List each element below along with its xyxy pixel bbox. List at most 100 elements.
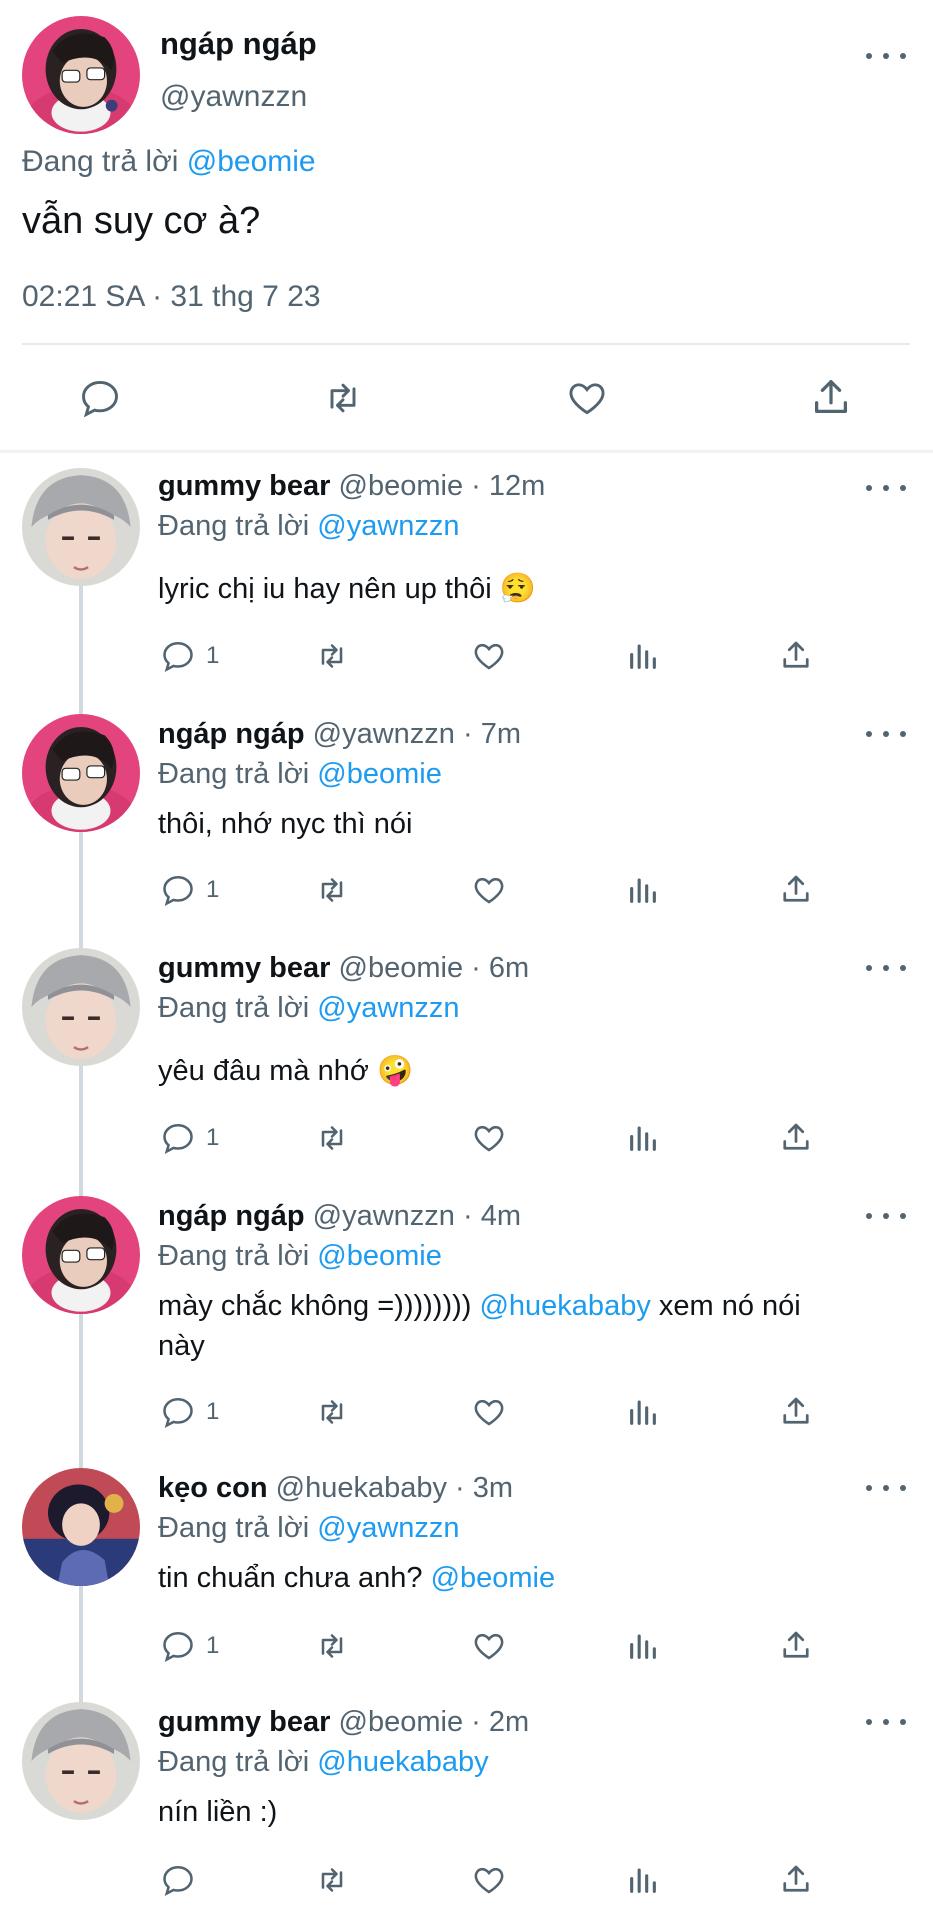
reply-button[interactable]: 1 [160, 638, 219, 674]
like-button[interactable] [470, 638, 508, 674]
share-upload-icon [783, 1631, 809, 1658]
retweet-button[interactable] [312, 872, 352, 908]
display-name[interactable]: ngáp ngáp [158, 718, 305, 750]
heart-icon [474, 1125, 504, 1152]
retweet-button[interactable] [312, 1862, 352, 1898]
replying-to-mention[interactable]: @yawnzzn [317, 992, 459, 1024]
replying-to-mention[interactable]: @yawnzzn [317, 1512, 459, 1544]
tweet-text: tin chuẩn chưa anh? @beomie [158, 1562, 555, 1595]
like-button[interactable] [470, 1862, 508, 1898]
handle-time[interactable]: @yawnzzn · 7m [313, 718, 521, 750]
tweet-timestamp[interactable]: 02:21 SA · 31 thg 7 23 [22, 280, 321, 314]
avatar[interactable] [22, 1702, 140, 1820]
more-horizontal-icon [866, 1485, 872, 1491]
share-button[interactable] [778, 870, 814, 908]
like-button[interactable] [470, 1120, 508, 1156]
replying-prefix: Đang trả lời [158, 510, 310, 542]
display-name[interactable]: gummy bear [158, 470, 330, 502]
handle-time[interactable]: @beomie · 6m [339, 952, 530, 984]
retweet-button[interactable] [312, 1628, 352, 1664]
share-button[interactable] [778, 1392, 814, 1430]
more-options-button[interactable] [866, 956, 906, 980]
retweet-button[interactable] [312, 638, 352, 674]
reply-button[interactable]: 1 [160, 1394, 219, 1430]
avatar[interactable] [22, 468, 140, 586]
replying-prefix: Đang trả lời [158, 758, 310, 790]
reply-button[interactable] [78, 376, 122, 420]
mention-link[interactable]: @huekababy [479, 1290, 650, 1322]
reply-button[interactable]: 1 [160, 1628, 219, 1664]
reply-button[interactable]: 1 [160, 1120, 219, 1156]
handle-time[interactable]: @beomie · 12m [339, 470, 546, 502]
avatar[interactable] [22, 16, 140, 134]
avatar-image-yawnzzn [22, 714, 140, 832]
avatar[interactable] [22, 714, 140, 832]
like-button[interactable] [564, 376, 610, 420]
emoji: 🤪 [376, 1055, 414, 1087]
bar-chart-icon [630, 1400, 656, 1425]
like-button[interactable] [470, 872, 508, 908]
replying-to-mention[interactable]: @beomie [317, 758, 442, 790]
views-button[interactable] [626, 872, 660, 908]
heart-icon [474, 1399, 504, 1426]
replying-to-mention[interactable]: @huekababy [317, 1746, 488, 1778]
like-button[interactable] [470, 1394, 508, 1430]
handle-time[interactable]: @huekababy · 3m [276, 1472, 513, 1504]
share-upload-icon [814, 380, 848, 414]
retweet-icon [321, 1868, 343, 1892]
reply-bubble-icon [160, 872, 196, 908]
reply-count: 1 [206, 1398, 220, 1425]
handle[interactable]: @yawnzzn [160, 80, 307, 114]
reply-count: 1 [206, 642, 220, 669]
views-button[interactable] [626, 1628, 660, 1664]
avatar[interactable] [22, 948, 140, 1066]
views-button[interactable] [626, 638, 660, 674]
handle-time[interactable]: @beomie · 2m [339, 1706, 530, 1738]
retweet-button[interactable] [312, 1120, 352, 1156]
replying-to-mention[interactable]: @beomie [187, 145, 316, 178]
replying-prefix: Đang trả lời [158, 1240, 310, 1272]
avatar-image-beomie [22, 468, 140, 586]
share-button[interactable] [778, 636, 814, 674]
replying-to-line: Đang trả lời @yawnzzn [158, 1512, 460, 1545]
views-button[interactable] [626, 1120, 660, 1156]
share-upload-icon [783, 1123, 809, 1150]
views-button[interactable] [626, 1862, 660, 1898]
share-button[interactable] [778, 1626, 814, 1664]
more-options-button[interactable] [866, 476, 906, 500]
tweet-text-body: mày chắc không =)))))))) [158, 1290, 472, 1322]
like-button[interactable] [470, 1628, 508, 1664]
display-name[interactable]: kẹo con [158, 1472, 268, 1504]
avatar[interactable] [22, 1468, 140, 1586]
more-options-button[interactable] [866, 722, 906, 746]
display-name[interactable]: ngáp ngáp [160, 26, 317, 62]
tweet-header: gummy bear @beomie · 12m [158, 470, 545, 503]
emoji: 😮‍💨 [499, 573, 536, 605]
retweet-button[interactable] [318, 376, 368, 420]
more-options-button[interactable] [866, 1710, 906, 1734]
more-options-button[interactable] [866, 1204, 906, 1228]
avatar[interactable] [22, 1196, 140, 1314]
views-button[interactable] [626, 1394, 660, 1430]
reply-bubble-icon [160, 1628, 196, 1664]
handle-time[interactable]: @yawnzzn · 4m [313, 1200, 521, 1232]
replying-to-mention[interactable]: @beomie [317, 1240, 442, 1272]
mention-link[interactable]: @beomie [431, 1562, 556, 1594]
display-name[interactable]: gummy bear [158, 1706, 330, 1738]
reply-button[interactable]: 1 [160, 872, 219, 908]
display-name[interactable]: gummy bear [158, 952, 330, 984]
display-name[interactable]: ngáp ngáp [158, 1200, 305, 1232]
retweet-button[interactable] [312, 1394, 352, 1430]
divider [22, 343, 910, 345]
share-upload-icon [783, 641, 809, 668]
share-button[interactable] [778, 1118, 814, 1156]
reply-button[interactable] [160, 1862, 196, 1898]
share-button[interactable] [778, 1860, 814, 1898]
tweet-text-body: tin chuẩn chưa anh? [158, 1562, 423, 1594]
share-button[interactable] [808, 374, 854, 420]
retweet-icon [330, 383, 356, 413]
replying-to-mention[interactable]: @yawnzzn [317, 510, 459, 542]
more-options-button[interactable] [866, 1476, 906, 1500]
retweet-icon [321, 1400, 343, 1424]
more-options-button[interactable] [866, 44, 906, 68]
